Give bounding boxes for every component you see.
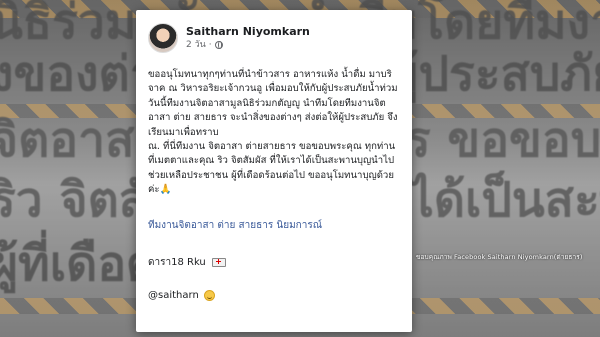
post-meta: 2 วัน · <box>186 39 310 51</box>
post-paragraph: ณ. ที่นี่ทีมงาน จิตอาสา ต่ายสายธาร ขอขอบ… <box>148 141 396 196</box>
smile-icon <box>203 289 215 301</box>
post-body: ขออนุโมทนาทุกๆท่านที่นำข้าวสาร อาหารแห้ง… <box>148 68 400 198</box>
signature-link[interactable]: ทีมงานจิตอาสา ต่าย สายธาร นิยมการณ์ <box>148 218 400 233</box>
tag-line: ดารา18 Rku <box>148 255 400 270</box>
post-header: Saitharn Niyomkarn 2 วัน · <box>148 20 400 56</box>
facebook-post-card: Saitharn Niyomkarn 2 วัน · ขออนุโมทนาทุก… <box>136 10 412 332</box>
author-avatar[interactable] <box>148 23 178 53</box>
tag-text: ดารา18 Rku <box>148 256 206 268</box>
post-timestamp[interactable]: 2 วัน <box>186 39 206 51</box>
photo-credit: ขอบคุณภาพ Facebook Saitharn Niyomkarn(ต่… <box>416 253 583 261</box>
author-block: Saitharn Niyomkarn 2 วัน · <box>186 25 310 51</box>
globe-icon <box>214 41 223 49</box>
post-paragraph: ขออนุโมทนาทุกๆท่านที่นำข้าวสาร อาหารแห้ง… <box>148 69 398 138</box>
handle-text[interactable]: @saitharn <box>148 290 199 301</box>
ambulance-icon <box>211 257 226 267</box>
handle-line: @saitharn <box>148 289 400 301</box>
meta-separator: · <box>208 40 212 50</box>
author-name[interactable]: Saitharn Niyomkarn <box>186 25 310 39</box>
